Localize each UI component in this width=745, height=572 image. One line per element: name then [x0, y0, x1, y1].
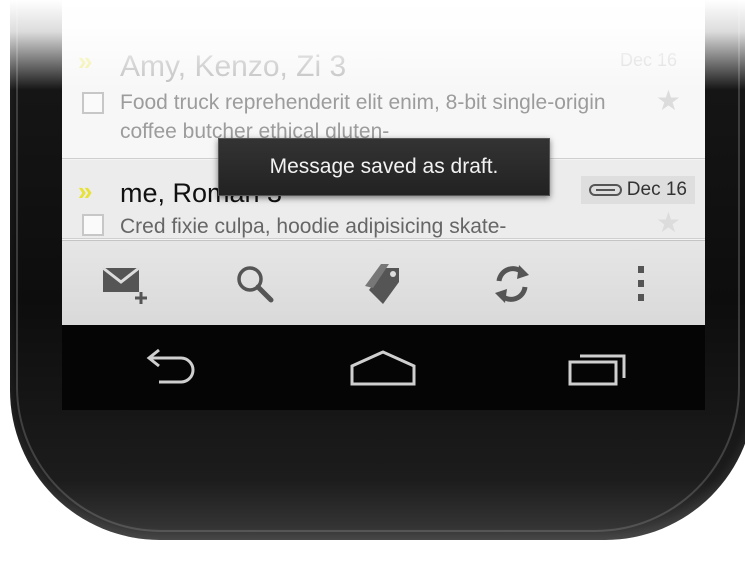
search-button[interactable] [220, 249, 290, 319]
back-button[interactable] [124, 338, 214, 398]
priority-marker-icon: » [78, 176, 93, 206]
select-checkbox[interactable] [82, 92, 104, 114]
system-navigation-bar [62, 325, 705, 410]
overflow-menu-button[interactable] [606, 249, 676, 319]
toast-message: Message saved as draft. [269, 155, 499, 178]
conversation-date: Dec 16 [626, 179, 687, 200]
conversation-sender: Amy, Kenzo, Zi 3 [120, 50, 347, 83]
refresh-icon [495, 264, 530, 303]
conversation-date: Dec 16 [619, 50, 677, 70]
toast-notification: Message saved as draft. [218, 138, 550, 196]
home-button[interactable] [338, 338, 428, 398]
attachment-icon [588, 184, 622, 196]
labels-icon [365, 263, 400, 304]
refresh-button[interactable] [477, 249, 547, 319]
recent-apps-icon [568, 354, 626, 385]
select-checkbox[interactable] [82, 214, 104, 236]
star-icon[interactable]: ★ [656, 206, 681, 239]
action-bar [62, 240, 705, 326]
search-icon [237, 265, 274, 302]
compose-button[interactable] [91, 249, 161, 319]
conversation-date-badge: Dec 16 [580, 176, 695, 204]
conversation-snippet: Cred fixie culpa, hoodie adipisicing ska… [120, 215, 507, 238]
recent-apps-button[interactable] [553, 338, 643, 398]
labels-button[interactable] [348, 249, 418, 319]
home-icon [350, 349, 416, 385]
compose-icon [102, 266, 148, 304]
overflow-menu-icon [637, 265, 644, 301]
back-icon [146, 348, 195, 383]
star-icon[interactable]: ★ [656, 84, 681, 117]
priority-marker-icon: » [78, 46, 93, 76]
